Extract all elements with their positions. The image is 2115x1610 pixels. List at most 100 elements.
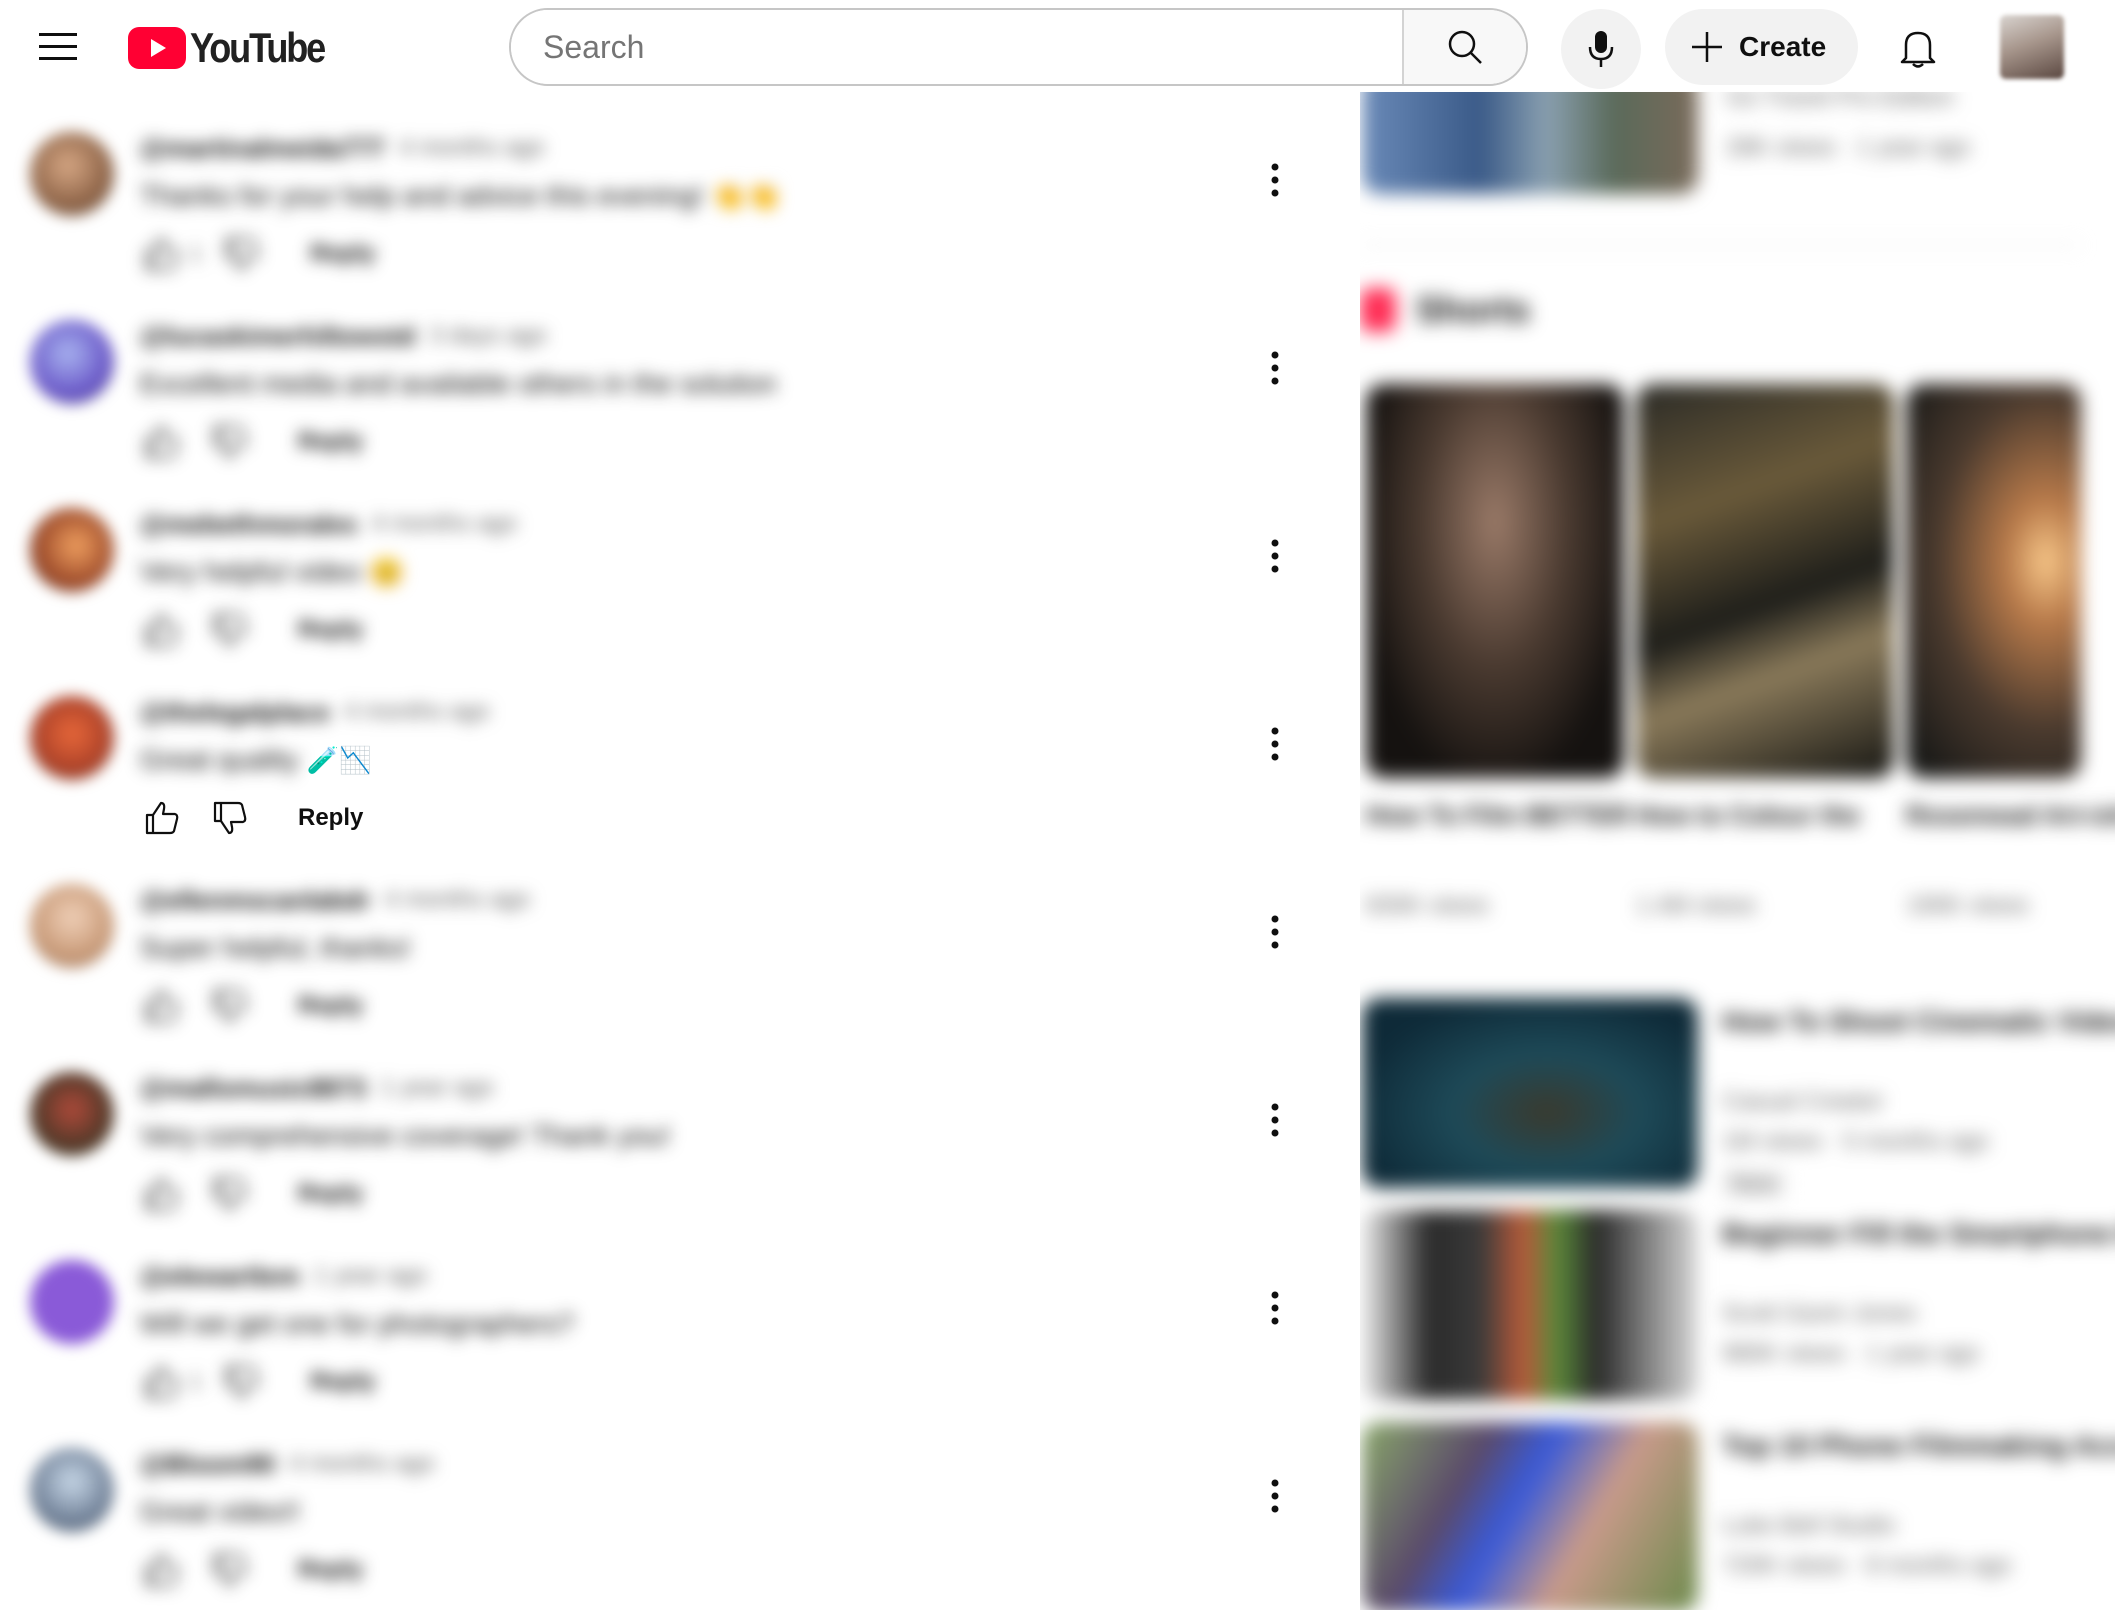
more-options-icon[interactable]	[1253, 344, 1297, 392]
comment-author[interactable]: @mallomusic8873	[140, 1073, 366, 1104]
like-icon[interactable]	[140, 796, 184, 840]
video-title[interactable]: How To Shoot Cinematic Video at Night?	[1722, 1006, 2115, 1038]
comment-emoji: 😊	[369, 556, 404, 588]
search-icon	[1448, 30, 1482, 64]
more-options-icon[interactable]	[1253, 1472, 1297, 1520]
video-channel[interactable]: Luke Bell Studio	[1722, 1512, 1895, 1540]
video-thumbnail[interactable]	[1362, 1210, 1698, 1400]
short-thumbnail[interactable]	[1906, 384, 2081, 778]
dislike-icon[interactable]	[208, 1548, 252, 1592]
like-icon[interactable]	[140, 232, 184, 276]
comment-author[interactable]: @lucaskimerhiltowstd	[140, 321, 415, 352]
like-icon[interactable]	[140, 1360, 184, 1404]
short-views: 830K views	[1366, 892, 1489, 919]
short-title[interactable]: How to Colour the	[1636, 800, 1860, 831]
more-options-icon[interactable]	[1253, 908, 1297, 956]
comment-thread: @elewartlem 1 year ago Will we get one fo…	[0, 1220, 1330, 1408]
more-options-icon[interactable]	[1253, 1096, 1297, 1144]
like-icon[interactable]	[140, 984, 184, 1028]
notifications-button[interactable]	[1890, 20, 1946, 76]
short-thumbnail[interactable]	[1636, 384, 1894, 778]
video-channel[interactable]: Scott Gavin Jones	[1722, 1300, 1917, 1328]
more-options-icon[interactable]	[1253, 156, 1297, 204]
more-options-icon[interactable]	[1253, 1284, 1297, 1332]
dislike-icon[interactable]	[208, 608, 252, 652]
dislike-icon[interactable]	[208, 420, 252, 464]
comment-actions: 1 Reply	[140, 232, 376, 276]
avatar[interactable]	[30, 132, 114, 216]
comment-text: Very comprehensive coverage! Thank you!	[140, 1120, 671, 1151]
avatar[interactable]	[30, 884, 114, 968]
youtube-logo[interactable]: YouTube	[128, 24, 346, 72]
short-title[interactable]: How To Film BETTER	[1366, 800, 1630, 831]
reply-button[interactable]: Reply	[298, 804, 363, 832]
account-avatar[interactable]	[2000, 15, 2064, 79]
like-icon[interactable]	[140, 1548, 184, 1592]
comment-author[interactable]: @elewartlem	[140, 1261, 300, 1292]
create-button[interactable]: Create	[1665, 9, 1858, 85]
comment-actions: Reply	[140, 984, 363, 1028]
comment-author[interactable]: @Bloom90	[140, 1449, 275, 1480]
menu-icon[interactable]	[30, 22, 86, 72]
microphone-icon	[1588, 31, 1614, 67]
reply-button[interactable]: Reply	[298, 428, 363, 456]
dislike-icon[interactable]	[208, 1172, 252, 1216]
comment-time[interactable]: 1 year ago	[314, 1262, 427, 1290]
like-icon[interactable]	[140, 1172, 184, 1216]
short-thumbnail[interactable]	[1366, 384, 1624, 778]
search-input[interactable]	[511, 10, 1402, 84]
avatar[interactable]	[30, 1260, 114, 1344]
comment-thread: @lucaskimerhiltowstd 3 days ago Excellent…	[0, 280, 1330, 468]
avatar[interactable]	[30, 1448, 114, 1532]
reply-button[interactable]: Reply	[298, 1556, 363, 1584]
comment-author[interactable]: @ellenmscanlabdr	[140, 885, 371, 916]
comment-time[interactable]: 4 months ago	[344, 698, 489, 726]
comment-time[interactable]: 4 months ago	[289, 1450, 434, 1478]
reply-button[interactable]: Reply	[298, 616, 363, 644]
comment-time[interactable]: 3 days ago	[429, 322, 546, 350]
search-button[interactable]	[1402, 10, 1526, 84]
comment-time[interactable]: 4 months ago	[399, 134, 544, 162]
video-title[interactable]: Top 10 Phone Filmmaking Accessories	[1722, 1430, 2115, 1462]
more-options-icon[interactable]	[1253, 532, 1297, 580]
comment-author[interactable]: @mebethmorales	[140, 509, 358, 540]
comment-author[interactable]: @martinalmeida777	[140, 133, 385, 164]
avatar[interactable]	[30, 320, 114, 404]
reply-button[interactable]: Reply	[298, 1180, 363, 1208]
video-title[interactable]: Go Travel Pro Edition	[1726, 92, 1954, 112]
dislike-icon[interactable]	[208, 984, 252, 1028]
dislike-icon[interactable]	[220, 1360, 264, 1404]
comment-text: Thanks for your help and advice this eve…	[140, 180, 704, 211]
comment-time[interactable]: 4 months ago	[372, 510, 517, 538]
reply-button[interactable]: Reply	[298, 992, 363, 1020]
avatar[interactable]	[30, 508, 114, 592]
short-title[interactable]: Rosemead Art-ishing	[1906, 800, 2115, 831]
dislike-icon[interactable]	[220, 232, 264, 276]
youtube-logo-icon	[128, 27, 186, 69]
comment-thread: @martinalmeida777 4 months ago Thanks for…	[0, 92, 1330, 280]
video-thumbnail[interactable]	[1362, 1422, 1698, 1610]
more-options-icon[interactable]	[1253, 720, 1297, 768]
comment-time[interactable]: 4 months ago	[385, 886, 530, 914]
comments-section: @martinalmeida777 4 months ago Thanks for…	[0, 92, 1330, 1610]
dislike-icon[interactable]	[208, 796, 252, 840]
reply-button[interactable]: Reply	[310, 240, 375, 268]
comment-content: @mallomusic8873 1 year ago Very comprehen…	[140, 1070, 670, 1154]
comment-author[interactable]: @thelegalplace	[140, 697, 330, 728]
video-title[interactable]: Beginner Fill the Smartphone Bridge	[1722, 1218, 2115, 1250]
avatar[interactable]	[30, 1072, 114, 1156]
like-icon[interactable]	[140, 608, 184, 652]
comment-content: @mebethmorales 4 months ago Very helpful …	[140, 506, 517, 590]
comment-time[interactable]: 1 year ago	[380, 1074, 493, 1102]
like-icon[interactable]	[140, 420, 184, 464]
comment-text: Very helpful video	[140, 556, 362, 587]
avatar[interactable]	[30, 696, 114, 780]
comment-content: @elewartlem 1 year ago Will we get one fo…	[140, 1258, 574, 1342]
masthead: YouTube Create	[0, 0, 2115, 92]
voice-search-button[interactable]	[1561, 9, 1641, 89]
video-thumbnail[interactable]	[1362, 92, 1698, 194]
video-thumbnail[interactable]	[1362, 998, 1698, 1188]
reply-button[interactable]: Reply	[310, 1368, 375, 1396]
video-channel[interactable]: Casual Creator	[1722, 1088, 1883, 1116]
short-views: 1.4M views	[1636, 892, 1757, 919]
